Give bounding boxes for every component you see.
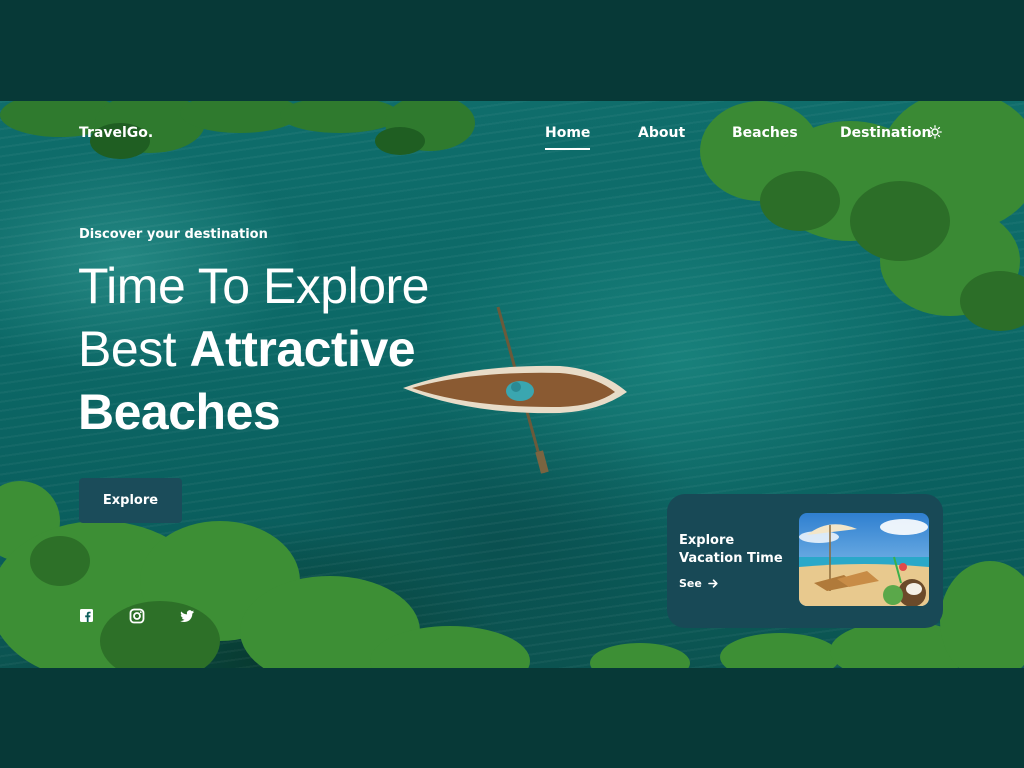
nav-link-home[interactable]: Home [545, 125, 591, 150]
beach-thumbnail-image [799, 513, 929, 606]
logo[interactable]: TravelGo. [79, 125, 153, 141]
see-link[interactable]: See [679, 577, 718, 590]
sun-icon[interactable] [928, 125, 942, 139]
twitter-icon[interactable] [179, 608, 195, 624]
hero-section: TravelGo. Home About Beaches Destination… [0, 101, 1024, 668]
arrow-right-icon [707, 579, 718, 588]
hero-subtitle: Discover your destination [79, 227, 268, 242]
see-link-label: See [679, 577, 702, 590]
card-title-line-2: Vacation Time [679, 551, 783, 566]
instagram-icon[interactable] [129, 608, 145, 624]
nav-link-destination[interactable]: Destination [840, 125, 931, 141]
card-title: Explore Vacation Time [679, 532, 783, 568]
vacation-card[interactable]: Explore Vacation Time See [667, 494, 943, 628]
headline-line-2: Best Attractive [78, 318, 429, 381]
headline-line-2-bold: Attractive [189, 321, 416, 377]
headline-line-3: Beaches [78, 381, 429, 444]
headline-line-3-bold: Beaches [78, 384, 281, 440]
headline-line-1: Time To Explore [78, 258, 429, 314]
hero-headline: Time To Explore Best Attractive Beaches [78, 255, 429, 444]
headline-line-2-regular: Best [78, 321, 190, 377]
facebook-icon[interactable] [79, 608, 95, 624]
explore-button[interactable]: Explore [79, 478, 182, 523]
card-title-line-1: Explore [679, 533, 735, 548]
nav-link-beaches[interactable]: Beaches [732, 125, 798, 141]
nav-link-about[interactable]: About [638, 125, 685, 141]
top-navigation: TravelGo. Home About Beaches Destination [0, 101, 1024, 165]
canoe [403, 306, 627, 474]
